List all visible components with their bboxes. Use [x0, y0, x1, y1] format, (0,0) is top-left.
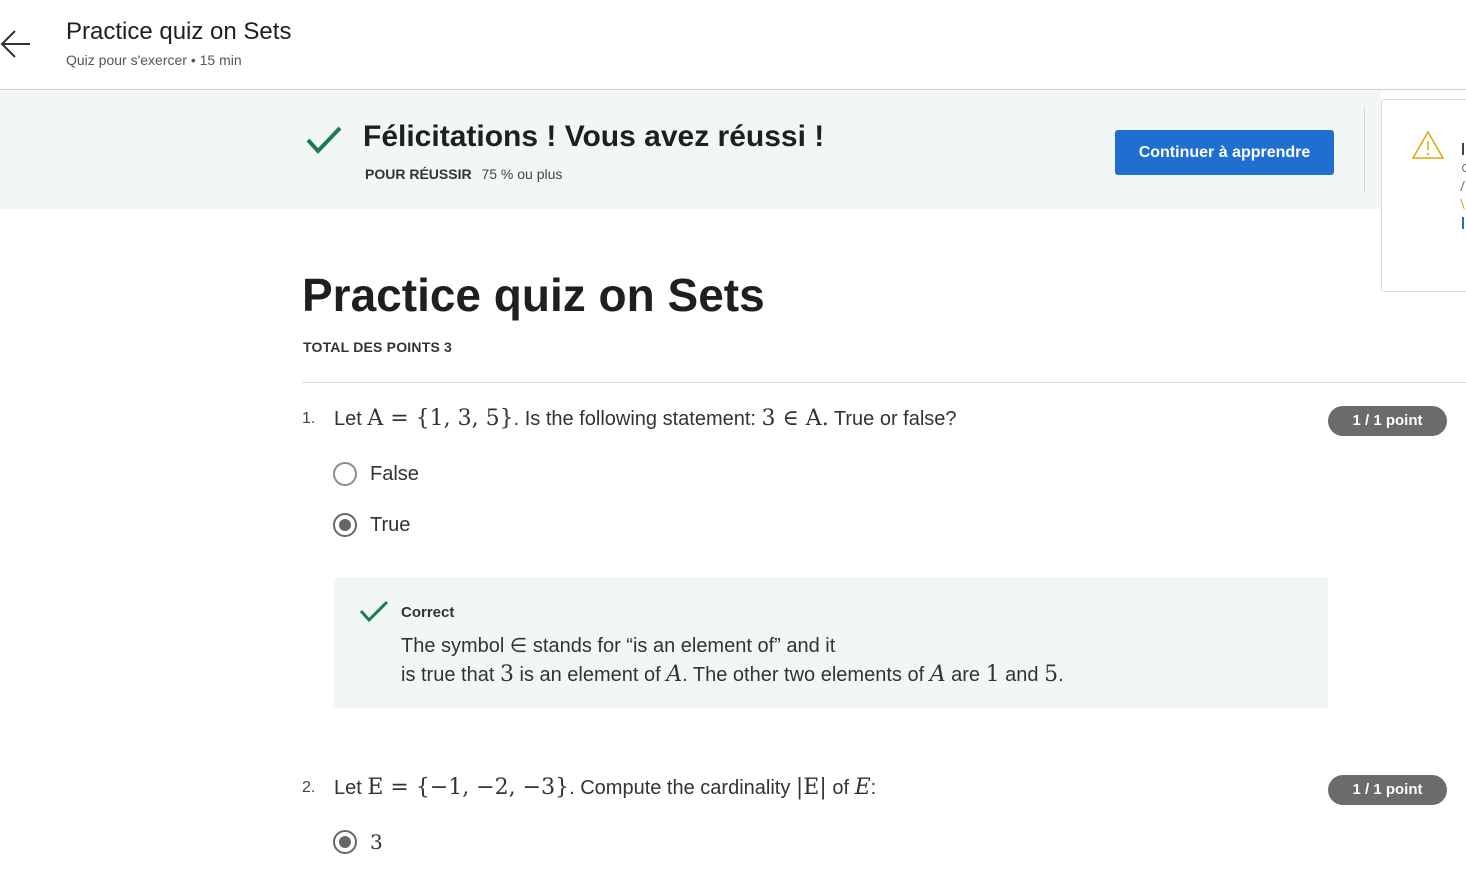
checkmark-icon [359, 600, 389, 623]
feedback-text-line: is true that 3 is an element of A. The o… [401, 662, 1064, 687]
total-points-value: 3 [444, 339, 452, 355]
math-inline: A [666, 662, 683, 687]
math-set-definition: A = {1, 3, 5} [367, 406, 514, 431]
total-points: TOTAL DES POINTS 3 [303, 339, 452, 355]
pass-requirement: POUR RÉUSSIR 75 % ou plus [365, 166, 562, 182]
total-points-label: TOTAL DES POINTS [303, 339, 440, 355]
option-label: False [370, 462, 419, 485]
math-set-definition: E = {−1, −2, −3} [367, 775, 570, 800]
feedback-panel: Correct The symbol ∈ stands for “is an e… [334, 578, 1328, 708]
continue-learning-button[interactable]: Continuer à apprendre [1115, 130, 1334, 175]
page-title: Practice quiz on Sets [302, 269, 765, 321]
feedback-text-line: The symbol ∈ stands for “is an element o… [401, 635, 836, 657]
divider [302, 382, 1466, 383]
side-notice-card [1381, 99, 1466, 292]
question-text-part: True or false? [828, 408, 957, 430]
feedback-title: Correct [401, 604, 455, 621]
math-cardinality: |E| [795, 775, 827, 800]
pass-requirement-value: 75 % ou plus [481, 166, 563, 182]
feedback-text-part: . The other two elements of [682, 664, 930, 686]
radio-button-selected[interactable] [333, 830, 357, 854]
question-text-part: . Is the following statement: [513, 408, 762, 430]
banner-title: Félicitations ! Vous avez réussi ! [363, 120, 825, 153]
header-title: Practice quiz on Sets [66, 18, 292, 45]
side-notice-text [1460, 136, 1466, 229]
option-false[interactable]: False [333, 460, 419, 488]
math-inline: 5 [1044, 662, 1059, 687]
banner-divider [1364, 108, 1365, 192]
radio-button-selected[interactable] [333, 513, 357, 537]
pass-requirement-label: POUR RÉUSSIR [365, 166, 472, 182]
question-2-text: Let E = {−1, −2, −3}. Compute the cardin… [334, 775, 876, 800]
feedback-text-part: and [999, 664, 1045, 686]
math-inline: 3 [499, 662, 514, 687]
question-text-part: Let [334, 408, 368, 430]
question-text-part: : [870, 777, 877, 799]
header-subtitle: Quiz pour s'exercer • 15 min [66, 52, 242, 68]
question-text-part: of [826, 777, 855, 799]
feedback-text-part: is true that [401, 664, 500, 686]
warning-icon [1411, 130, 1445, 159]
question-number: 2. [302, 779, 316, 796]
feedback-text-part: are [945, 664, 986, 686]
points-badge: 1 / 1 point [1328, 775, 1447, 805]
feedback-text-part: is an element of [513, 664, 667, 686]
question-text-part: Let [334, 777, 368, 799]
question-number: 1. [302, 410, 316, 427]
question-1-text: Let A = {1, 3, 5}. Is the following stat… [334, 406, 957, 431]
option-true[interactable]: True [333, 511, 410, 539]
back-arrow-icon [0, 30, 30, 58]
math-statement: 3 ∈ A. [761, 406, 829, 431]
back-button[interactable] [0, 26, 34, 62]
math-inline: A [929, 662, 946, 687]
math-inline: 1 [985, 662, 1000, 687]
feedback-text-part: . [1058, 664, 1064, 686]
option-label: True [370, 513, 411, 536]
option-label: 3 [370, 830, 383, 854]
question-text-part: . Compute the cardinality [569, 777, 796, 799]
math-inline: E [854, 775, 871, 800]
radio-button[interactable] [333, 462, 357, 486]
points-badge: 1 / 1 point [1328, 406, 1447, 436]
top-bar: Practice quiz on Sets Quiz pour s'exerce… [0, 0, 1466, 90]
option-3[interactable]: 3 [333, 828, 383, 856]
checkmark-icon [306, 126, 342, 154]
